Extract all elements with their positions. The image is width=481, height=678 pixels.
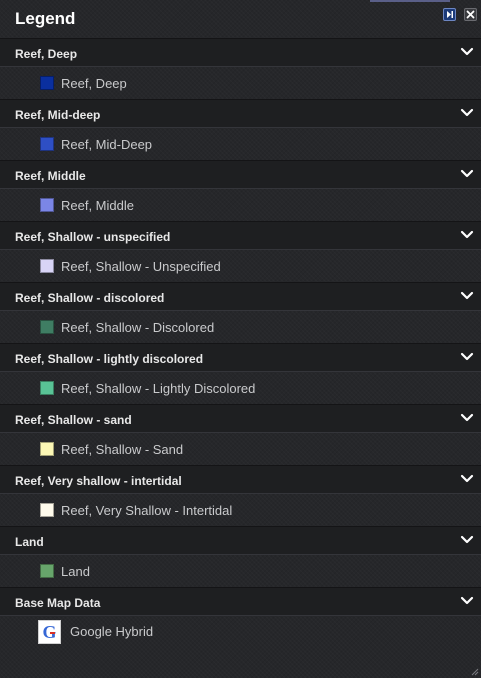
legend-item-reef-deep: Reef, Deep bbox=[0, 67, 481, 99]
group-title: Land bbox=[15, 535, 44, 549]
dock-button[interactable] bbox=[443, 8, 456, 21]
legend-item-reef-mid-deep: Reef, Mid-Deep bbox=[0, 128, 481, 160]
legend-item-google-hybrid: G Google Hybrid bbox=[0, 616, 481, 648]
group-header-land[interactable]: Land bbox=[0, 526, 481, 555]
group-title: Reef, Shallow - discolored bbox=[15, 291, 165, 305]
group-header-reef-shallow-unspecified[interactable]: Reef, Shallow - unspecified bbox=[0, 221, 481, 250]
legend-panel: Legend Reef, Deep Reef, Deep Reef, Mid-d… bbox=[0, 0, 481, 678]
legend-item-reef-shallow-sand: Reef, Shallow - Sand bbox=[0, 433, 481, 465]
group-header-reef-very-shallow-intertidal[interactable]: Reef, Very shallow - intertidal bbox=[0, 465, 481, 494]
google-logo-icon: G bbox=[38, 620, 61, 644]
item-label: Reef, Shallow - Sand bbox=[61, 442, 184, 457]
group-title: Reef, Mid-deep bbox=[15, 108, 101, 122]
legend-item-reef-very-shallow-intertidal: Reef, Very Shallow - Intertidal bbox=[0, 494, 481, 526]
color-swatch bbox=[40, 76, 54, 90]
group-header-base-map-data[interactable]: Base Map Data bbox=[0, 587, 481, 616]
legend-item-reef-shallow-discolored: Reef, Shallow - Discolored bbox=[0, 311, 481, 343]
group-title: Reef, Shallow - sand bbox=[15, 413, 132, 427]
chevron-down-icon[interactable] bbox=[460, 352, 474, 362]
legend-item-reef-middle: Reef, Middle bbox=[0, 189, 481, 221]
group-title: Reef, Deep bbox=[15, 47, 78, 61]
item-label: Land bbox=[61, 564, 90, 579]
color-swatch bbox=[40, 442, 54, 456]
chevron-down-icon[interactable] bbox=[460, 169, 474, 179]
close-button[interactable] bbox=[464, 8, 477, 21]
group-title: Reef, Shallow - lightly discolored bbox=[15, 352, 204, 366]
group-header-reef-mid-deep[interactable]: Reef, Mid-deep bbox=[0, 99, 481, 128]
legend-title: Legend bbox=[15, 9, 76, 28]
chevron-down-icon[interactable] bbox=[460, 474, 474, 484]
chevron-down-icon[interactable] bbox=[460, 47, 474, 57]
legend-item-reef-shallow-unspecified: Reef, Shallow - Unspecified bbox=[0, 250, 481, 282]
color-swatch bbox=[40, 137, 54, 151]
color-swatch bbox=[40, 503, 54, 517]
group-header-reef-deep[interactable]: Reef, Deep bbox=[0, 38, 481, 67]
color-swatch bbox=[40, 564, 54, 578]
group-title: Reef, Shallow - unspecified bbox=[15, 230, 171, 244]
item-label: Reef, Shallow - Unspecified bbox=[61, 259, 221, 274]
color-swatch bbox=[40, 198, 54, 212]
group-header-reef-shallow-discolored[interactable]: Reef, Shallow - discolored bbox=[0, 282, 481, 311]
group-header-reef-middle[interactable]: Reef, Middle bbox=[0, 160, 481, 189]
color-swatch bbox=[40, 381, 54, 395]
item-label: Reef, Middle bbox=[61, 198, 134, 213]
resize-handle-icon[interactable] bbox=[469, 666, 479, 676]
chevron-down-icon[interactable] bbox=[460, 108, 474, 118]
color-swatch bbox=[40, 320, 54, 334]
chevron-down-icon[interactable] bbox=[460, 291, 474, 301]
legend-item-reef-shallow-lightly-discolored: Reef, Shallow - Lightly Discolored bbox=[0, 372, 481, 404]
close-icon bbox=[466, 10, 475, 19]
color-swatch bbox=[40, 259, 54, 273]
legend-header: Legend bbox=[0, 0, 481, 38]
chevron-down-icon[interactable] bbox=[460, 596, 474, 606]
legend-item-land: Land bbox=[0, 555, 481, 587]
group-header-reef-shallow-lightly-discolored[interactable]: Reef, Shallow - lightly discolored bbox=[0, 343, 481, 372]
item-label: Reef, Deep bbox=[61, 76, 127, 91]
dock-icon bbox=[447, 11, 453, 18]
item-label: Reef, Very Shallow - Intertidal bbox=[61, 503, 233, 518]
chevron-down-icon[interactable] bbox=[460, 230, 474, 240]
chevron-down-icon[interactable] bbox=[460, 413, 474, 423]
group-title: Base Map Data bbox=[15, 596, 101, 610]
chevron-down-icon[interactable] bbox=[460, 535, 474, 545]
item-label: Reef, Shallow - Discolored bbox=[61, 320, 215, 335]
item-label: Reef, Shallow - Lightly Discolored bbox=[61, 381, 256, 396]
group-title: Reef, Middle bbox=[15, 169, 86, 183]
item-label: Google Hybrid bbox=[70, 624, 154, 639]
item-label: Reef, Mid-Deep bbox=[61, 137, 153, 152]
group-header-reef-shallow-sand[interactable]: Reef, Shallow - sand bbox=[0, 404, 481, 433]
group-title: Reef, Very shallow - intertidal bbox=[15, 474, 182, 488]
